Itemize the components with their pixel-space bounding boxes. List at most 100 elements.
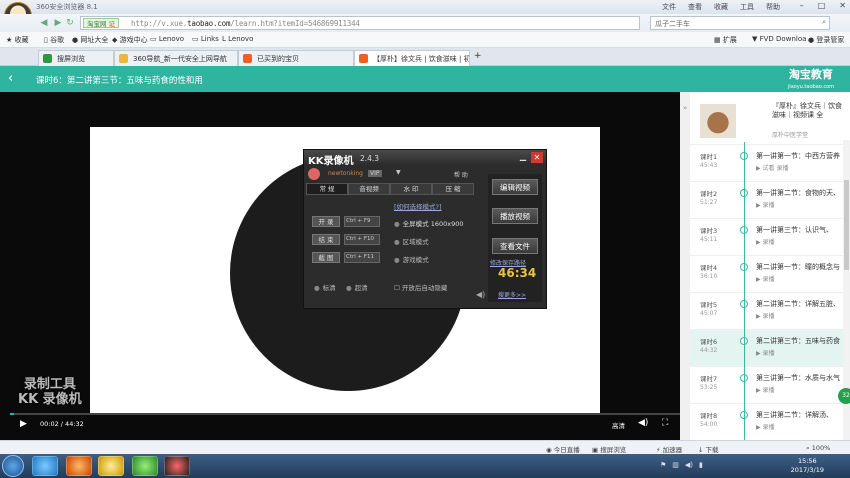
forward-icon[interactable]: ▶ [52,17,64,29]
kk-quality-sd[interactable]: 标清 [314,282,336,292]
search-input[interactable]: 瓜子二手车 ⌕ [650,16,830,30]
bookmark-google[interactable]: ▯ 谷歌 [44,35,64,45]
floating-badge[interactable]: 32 [838,388,850,404]
lesson-item[interactable]: 课时8 54:00 第三讲第二节：详解汤、 ▶ 录播 [690,403,850,440]
volume-icon[interactable]: ◀) [638,418,648,428]
course-card[interactable]: 『厚朴』徐文兵｜饮食滋味｜视频课 全 厚朴中医学堂 [698,102,843,142]
url-field[interactable]: 淘宝网 证 http://v.xue.taobao.com/learn.htm?… [80,16,640,30]
menu-file[interactable]: 文件 [662,2,676,12]
tab-favicon-icon [43,54,52,63]
site-verified-tag[interactable]: 淘宝网 证 [83,18,120,28]
menu-favorites[interactable]: 收藏 [714,2,728,12]
lesson-item[interactable]: 课时3 45:11 第一讲第三节：认识气、 ▶ 录播 [690,218,850,255]
kk-help-link[interactable]: 帮 助 [454,170,468,179]
kk-close-icon[interactable]: ✕ [531,152,543,163]
kk-stop-hotkey[interactable]: Ctrl + F10 [344,234,380,245]
tab-360-nav[interactable]: 360导航_新一代安全上网导航 [114,50,238,66]
video-player[interactable]: KK录像机 2.4.3 ▁ ✕ newtonking VIP ▼ 帮 助 常 规… [0,92,690,440]
lesson-duration: 36:10 [700,273,718,280]
tab-purchased[interactable]: 已买到的宝贝 [238,50,354,66]
lesson-title: 第二讲第三节：五味与药食 [756,337,840,345]
kk-start-hotkey[interactable]: Ctrl + F9 [344,216,380,227]
fvd-download-button[interactable]: ▼ FVD Downloa [752,35,806,43]
kk-mode-fullscreen[interactable]: 全屏模式 1600x900 [394,218,464,228]
kk-open-file-button[interactable]: 查看文件 [492,238,538,254]
kk-avatar[interactable] [308,168,320,180]
collapse-sidebar-icon[interactable]: » [680,92,690,440]
lesson-item[interactable]: 课时1 45:43 第一讲第一节：中西方营养 ▶ 试看 录播 [690,144,850,181]
lesson-tag: ▶ 录播 [756,350,775,357]
url-text[interactable]: http://v.xue.taobao.com/learn.htm?itemId… [131,19,360,28]
kk-minimize-icon[interactable]: ▁ [520,152,526,161]
lesson-item[interactable]: 课时2 51:27 第一讲第二节：食物的天、 ▶ 录播 [690,181,850,218]
kk-quality-hd[interactable]: 超清 [346,282,368,292]
kk-screenshot-button[interactable]: 截 图 [312,252,340,263]
progress-bar[interactable] [10,413,680,415]
kk-stop-button[interactable]: 结 束 [312,234,340,245]
soupin-status[interactable]: ▣ 搜屏浏览 [592,444,626,454]
bookmark-links[interactable]: ▭ Links [192,35,219,43]
lesson-title: 第三讲第二节：详解汤、 [756,411,833,419]
kk-mode-game[interactable]: 游戏模式 [394,254,429,264]
tray-network-icon[interactable]: ▥ [672,461,679,469]
download-button[interactable]: ↓ 下载 [698,444,719,454]
taskbar-browser-icon[interactable] [132,456,158,476]
tab-course[interactable]: 【厚朴】徐文兵 | 饮食滋味 | 初 [354,50,470,66]
kk-more-link[interactable]: 搜更多>> [498,290,526,299]
kk-tab-general[interactable]: 常 规 [306,183,348,195]
kk-play-video-button[interactable]: 播放视频 [492,208,538,224]
lesson-item[interactable]: 课时7 53:25 第三讲第一节：水质与水气 ▶ 录播 [690,366,850,403]
scrollbar-thumb[interactable] [844,180,849,270]
play-icon[interactable]: ▶ [20,419,27,429]
quality-button[interactable]: 高清 [612,420,625,430]
menu-tools[interactable]: 工具 [740,2,754,12]
tray-flag-icon[interactable]: ⚑ [660,461,666,469]
kk-edit-video-button[interactable]: 编辑视频 [492,179,538,195]
kk-tab-av[interactable]: 音视频 [348,183,390,195]
kk-auto-hide-checkbox[interactable]: ☐ 开放后自动隐藏 [394,282,447,292]
taskbar-app-icon[interactable] [66,456,92,476]
extensions-button[interactable]: ▦ 扩展 [714,35,737,45]
kk-dropdown-icon[interactable]: ▼ [396,169,401,176]
course-school: 厚朴中医学堂 [772,132,809,139]
kk-tab-compress[interactable]: 压 缩 [432,183,474,195]
live-today-link[interactable]: ◉ 今日直播 [546,444,580,454]
kk-start-button[interactable]: 开 录 [312,216,340,227]
fullscreen-icon[interactable]: ⛶ [662,418,668,428]
login-manager-button[interactable]: ● 登录管家 [808,35,844,45]
back-icon[interactable]: ◀ [38,17,50,29]
bookmark-lenovo-2[interactable]: L Lenovo [222,35,253,43]
lesson-item[interactable]: 课时4 36:10 第二讲第一节：瞳的概念与 ▶ 录播 [690,255,850,292]
taskbar-folder-icon[interactable] [98,456,124,476]
menu-help[interactable]: 帮助 [766,2,780,12]
taobao-education-logo[interactable]: 淘宝教育 jiaoyu.taobao.com [788,69,834,93]
bookmark-games[interactable]: ◆ 游戏中心 [112,35,148,45]
kk-volume-icon[interactable]: ◀) [476,290,485,299]
back-arrow-icon[interactable]: ‹ [8,71,13,86]
taskbar-app-icon[interactable] [32,456,58,476]
kk-mode-region[interactable]: 区域模式 [394,236,429,246]
bookmark-lenovo[interactable]: ▭ Lenovo [150,35,184,43]
kk-mode-help-link[interactable]: [如何选择模式?] [394,201,442,211]
refresh-icon[interactable]: ↻ [64,17,76,29]
zoom-level[interactable]: ⌕ 100% [806,444,830,453]
lesson-item[interactable]: 课时6 44:32 第二讲第三节：五味与药食 ▶ 录播 [690,329,850,366]
maximize-icon[interactable]: □ [818,1,826,10]
minimize-icon[interactable]: – [800,1,804,10]
tray-volume-icon[interactable]: ◀) [685,461,693,469]
kk-screenshot-hotkey[interactable]: Ctrl + F11 [344,252,380,263]
close-icon[interactable]: ✕ [839,1,846,10]
lesson-item[interactable]: 课时5 45:07 第二讲第二节：详解五脏、 ▶ 录播 [690,292,850,329]
accelerator-button[interactable]: ⚡ 加速器 [656,444,682,454]
kk-tab-watermark[interactable]: 水 印 [390,183,432,195]
system-clock[interactable]: 15:56 2017/3/19 [791,457,824,475]
bookmark-sites[interactable]: ● 网址大全 [72,35,108,45]
tray-battery-icon[interactable]: ▮ [699,461,703,469]
search-icon[interactable]: ⌕ [822,18,826,27]
new-tab-button[interactable]: + [474,51,482,61]
start-button[interactable] [2,455,24,477]
tab-soupin[interactable]: 搜屏浏览 [38,50,114,66]
menu-view[interactable]: 查看 [688,2,702,12]
taskbar-kk-recorder-icon[interactable] [164,456,190,476]
bookmark-favorites[interactable]: ★ 收藏 [6,35,29,45]
